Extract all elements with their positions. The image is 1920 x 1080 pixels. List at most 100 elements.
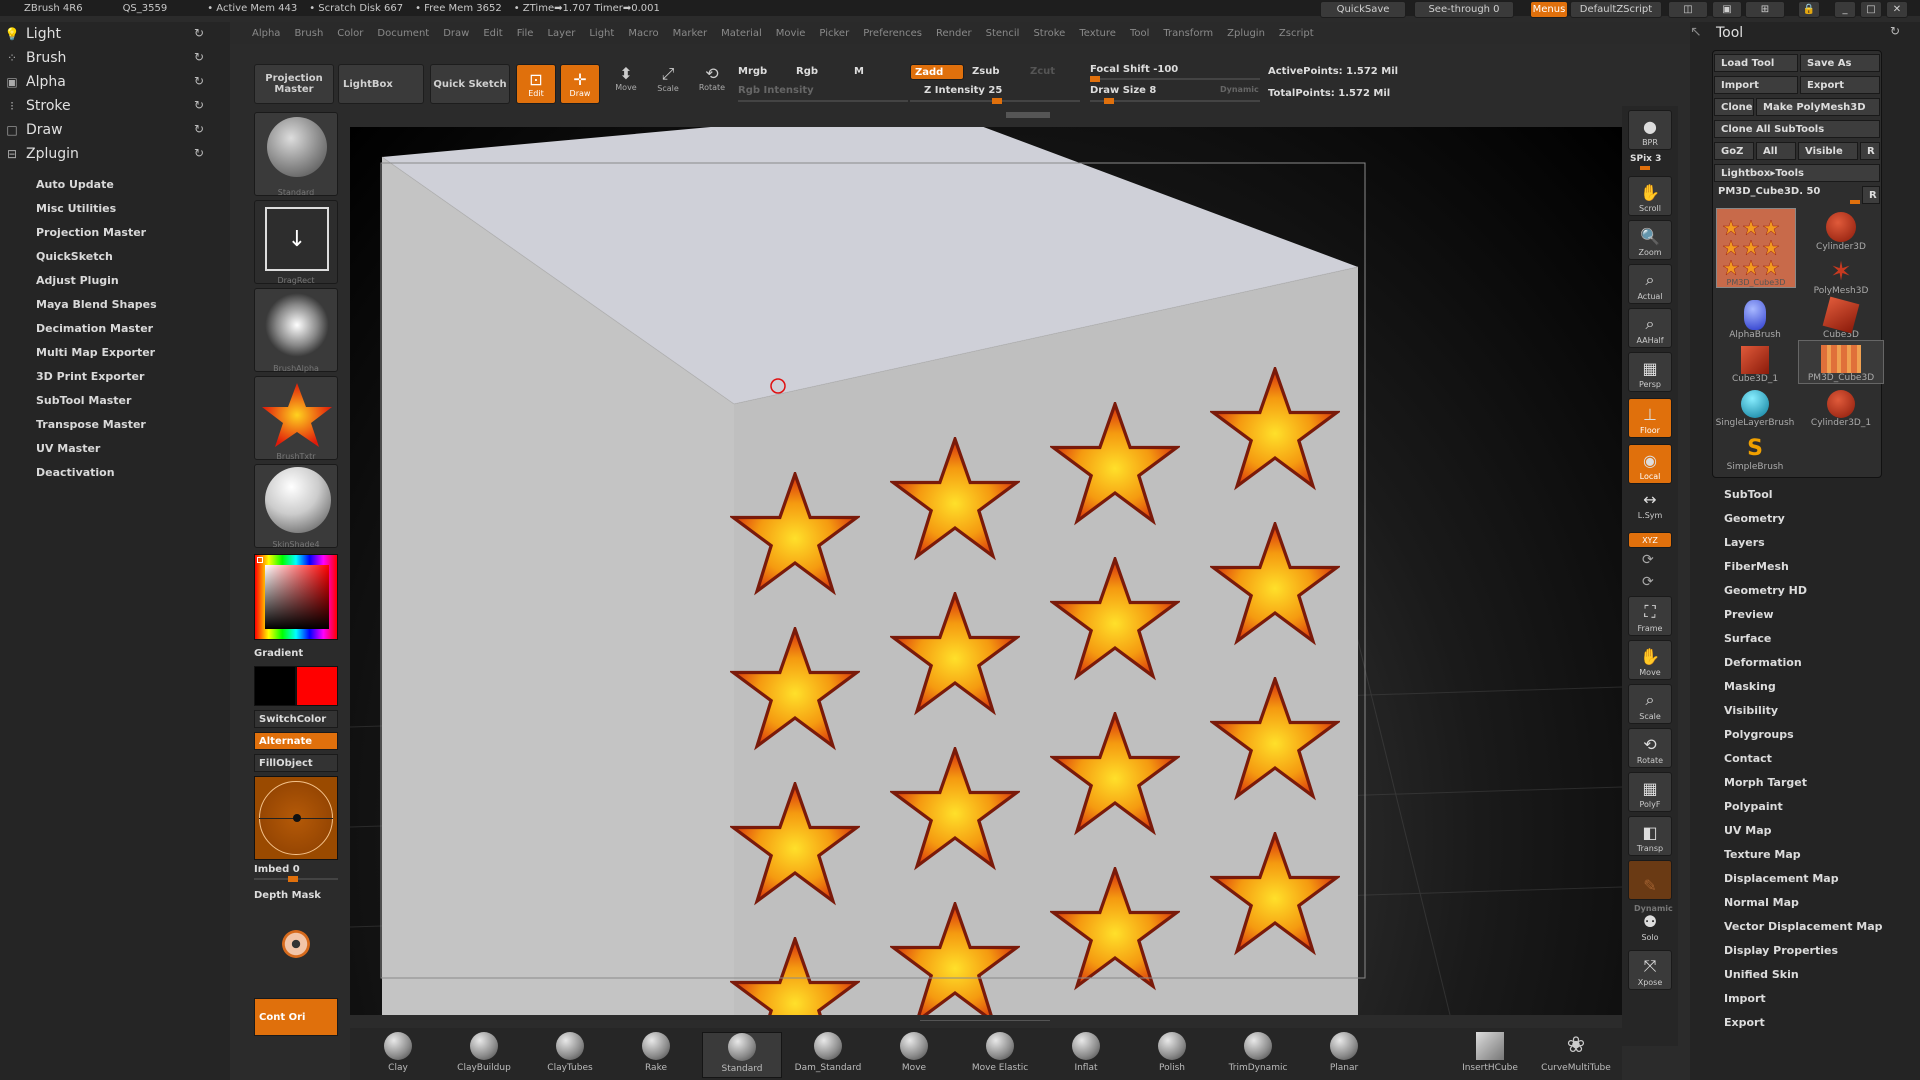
transp-button[interactable]: ◧ Transp <box>1628 816 1672 856</box>
rgb-intensity-slider[interactable]: Rgb Intensity <box>738 85 814 96</box>
spix-slider[interactable]: SPix 3 <box>1630 154 1661 164</box>
bpr-button[interactable]: ● BPR <box>1628 110 1672 150</box>
lock-icon[interactable]: 🔒 <box>1798 1 1820 18</box>
gradient-label[interactable]: Gradient <box>254 648 303 659</box>
menu-zscript[interactable]: Zscript <box>1279 28 1314 39</box>
tool-thumb-singlelayerbrush[interactable]: SingleLayerBrush <box>1712 384 1798 428</box>
visible-button[interactable]: Visible <box>1798 142 1858 160</box>
section-subtool[interactable]: SubTool <box>1724 488 1773 501</box>
z-intensity-knob[interactable] <box>992 98 1002 104</box>
brush-inserthcube[interactable]: InsertHCube <box>1450 1032 1530 1078</box>
menu-alpha[interactable]: Alpha <box>252 28 280 39</box>
dynamic-toggle[interactable]: Dynamic <box>1220 85 1259 94</box>
menu-stroke[interactable]: Stroke <box>1033 28 1065 39</box>
menu-transform[interactable]: Transform <box>1163 28 1213 39</box>
brush-claybuildup[interactable]: ClayBuildup <box>444 1032 524 1078</box>
rotate-z-icon[interactable]: ⟳ <box>1642 574 1654 590</box>
load-tool-button[interactable]: Load Tool <box>1714 54 1798 72</box>
import-button[interactable]: Import <box>1714 76 1798 94</box>
plugin-decimation-master[interactable]: Decimation Master <box>0 316 230 340</box>
quick-sketch-button[interactable]: Quick Sketch <box>430 64 510 104</box>
section-surface[interactable]: Surface <box>1724 632 1771 645</box>
tool-thumb-pm3d-cube3d-2[interactable]: PM3D_Cube3D <box>1798 340 1884 384</box>
section-preview[interactable]: Preview <box>1724 608 1774 621</box>
menu-file[interactable]: File <box>517 28 534 39</box>
section-display-properties[interactable]: Display Properties <box>1724 944 1838 957</box>
minimize-icon[interactable]: _ <box>1834 1 1856 18</box>
brush-move-elastic[interactable]: Move Elastic <box>960 1032 1040 1078</box>
secondary-color-swatch[interactable] <box>296 666 338 706</box>
brush-slot[interactable]: Standard <box>254 112 338 197</box>
refresh-icon[interactable]: ↻ <box>1890 24 1900 38</box>
ghost-button[interactable]: ✎ <box>1628 860 1672 900</box>
save-as-button[interactable]: Save As <box>1800 54 1880 72</box>
maximize-icon[interactable]: □ <box>1860 1 1882 18</box>
scroll-button[interactable]: ✋ Scroll <box>1628 176 1672 216</box>
menus-button[interactable]: Menus <box>1530 1 1568 18</box>
plugin-multi-map-exporter[interactable]: Multi Map Exporter <box>0 340 230 364</box>
texture-slot[interactable]: BrushTxtr <box>254 376 338 461</box>
menu-stencil[interactable]: Stencil <box>986 28 1020 39</box>
section-displacement-map[interactable]: Displacement Map <box>1724 872 1839 885</box>
imbed-slider[interactable]: Imbed 0 <box>254 864 300 875</box>
color-picker[interactable] <box>254 554 338 640</box>
section-texture-map[interactable]: Texture Map <box>1724 848 1801 861</box>
menu-render[interactable]: Render <box>936 28 972 39</box>
menu-layer[interactable]: Layer <box>547 28 575 39</box>
refresh-icon[interactable]: ↻ <box>194 26 204 40</box>
section-polygroups[interactable]: Polygroups <box>1724 728 1794 741</box>
current-tool-r-button[interactable]: R <box>1862 186 1880 204</box>
section-unified-skin[interactable]: Unified Skin <box>1724 968 1799 981</box>
actual-button[interactable]: ⌕ Actual <box>1628 264 1672 304</box>
current-tool-knob[interactable] <box>1850 200 1860 204</box>
menu-texture[interactable]: Texture <box>1079 28 1116 39</box>
switch-color-button[interactable]: SwitchColor <box>254 710 338 728</box>
plugin-uv-master[interactable]: UV Master <box>0 436 230 460</box>
plugin-deactivation[interactable]: Deactivation <box>0 460 230 484</box>
tray-light[interactable]: 💡 Light ↻ <box>0 22 230 46</box>
plugin-projection-master[interactable]: Projection Master <box>0 220 230 244</box>
section-geometry-hd[interactable]: Geometry HD <box>1724 584 1807 597</box>
menu-color[interactable]: Color <box>337 28 363 39</box>
brush-trimdynamic[interactable]: TrimDynamic <box>1218 1032 1298 1078</box>
material-slot[interactable]: SkinShade4 <box>254 464 338 549</box>
brush-planar[interactable]: Planar <box>1304 1032 1384 1078</box>
primary-color-swatch[interactable] <box>254 666 296 706</box>
tool-thumb-cylinder3d-1[interactable]: Cylinder3D_1 <box>1798 384 1884 428</box>
brush-claytubes[interactable]: ClayTubes <box>530 1032 610 1078</box>
section-uv-map[interactable]: UV Map <box>1724 824 1772 837</box>
tray-brush[interactable]: ⁘ Brush ↻ <box>0 46 230 70</box>
shelf-handle[interactable] <box>920 1020 1050 1026</box>
brush-dam-standard[interactable]: Dam_Standard <box>788 1032 868 1078</box>
alpha-slot[interactable]: BrushAlpha <box>254 288 338 373</box>
goz-button[interactable]: GoZ <box>1714 142 1754 160</box>
rotate-view-button[interactable]: ⟲ Rotate <box>1628 728 1672 768</box>
canvas-scroll-handle[interactable] <box>1006 112 1050 118</box>
refresh-icon[interactable]: ↻ <box>194 74 204 88</box>
xpose-button[interactable]: ⤧ Xpose <box>1628 950 1672 990</box>
export-button[interactable]: Export <box>1800 76 1880 94</box>
solo-button[interactable]: ⚉ Solo <box>1628 912 1672 944</box>
tool-thumb-cylinder3d[interactable]: Cylinder3D <box>1798 208 1884 252</box>
frame-button[interactable]: ⛶ Frame <box>1628 596 1672 636</box>
see-through-slider[interactable]: See-through 0 <box>1414 1 1514 18</box>
rotate-button[interactable]: ⟲ Rotate <box>692 64 732 104</box>
section-fibermesh[interactable]: FiberMesh <box>1724 560 1789 573</box>
menu-document[interactable]: Document <box>377 28 429 39</box>
section-export[interactable]: Export <box>1724 1016 1765 1029</box>
tray-alpha[interactable]: ▣ Alpha ↻ <box>0 70 230 94</box>
local-button[interactable]: ◉ Local <box>1628 444 1672 484</box>
tray-zplugin[interactable]: ⊟ Zplugin ↻ <box>0 142 230 166</box>
rgb-button[interactable]: Rgb <box>796 66 818 77</box>
plugin-adjust-plugin[interactable]: Adjust Plugin <box>0 268 230 292</box>
spix-knob[interactable] <box>1640 166 1650 170</box>
section-normal-map[interactable]: Normal Map <box>1724 896 1799 909</box>
section-morph-target[interactable]: Morph Target <box>1724 776 1807 789</box>
move-view-button[interactable]: ✋ Move <box>1628 640 1672 680</box>
section-contact[interactable]: Contact <box>1724 752 1772 765</box>
menu-material[interactable]: Material <box>721 28 762 39</box>
section-deformation[interactable]: Deformation <box>1724 656 1802 669</box>
tool-thumb-simplebrush[interactable]: S SimpleBrush <box>1712 428 1798 472</box>
scale-button[interactable]: ⤢ Scale <box>648 64 688 104</box>
menu-edit[interactable]: Edit <box>483 28 502 39</box>
